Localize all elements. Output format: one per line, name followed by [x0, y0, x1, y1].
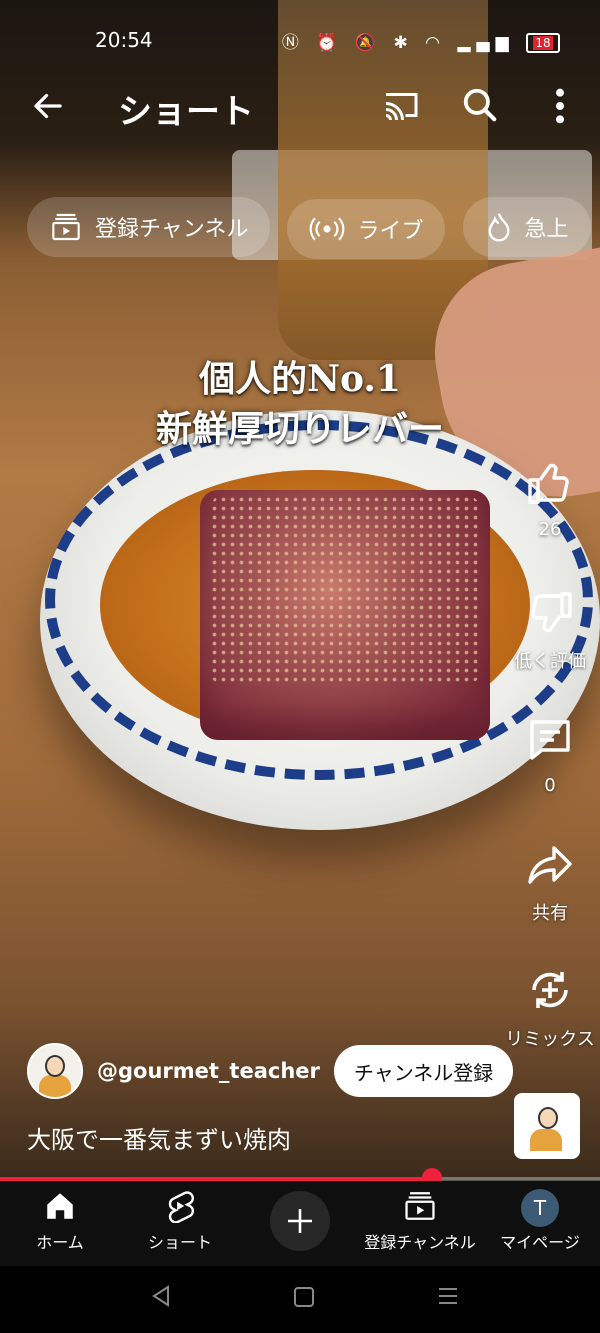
- chip-label: 急上: [524, 217, 569, 242]
- dislike-button[interactable]: 低く評価: [500, 588, 600, 673]
- comment-icon: [530, 720, 570, 760]
- nav-shorts[interactable]: ショート: [120, 1189, 240, 1253]
- system-home-icon[interactable]: [293, 1286, 315, 1308]
- plus-icon: [288, 1209, 312, 1233]
- status-time: 20:54: [95, 28, 153, 52]
- cast-icon[interactable]: [383, 90, 419, 120]
- chip-trending[interactable]: 急上: [462, 197, 591, 257]
- remix-button[interactable]: リミックス: [500, 966, 600, 1051]
- channel-row: @gourmet_teacher チャンネル登録: [27, 1043, 514, 1099]
- avatar-body: [39, 1075, 71, 1097]
- page-title: ショート: [118, 92, 254, 132]
- alarm-icon: ⏰: [316, 33, 344, 53]
- subscriptions-icon: [52, 213, 80, 241]
- channel-handle[interactable]: @gourmet_teacher: [97, 1059, 320, 1083]
- chip-label: 登録チャンネル: [95, 217, 249, 242]
- thumbs-down-icon: [531, 592, 572, 633]
- chip-subscriptions[interactable]: 登録チャンネル: [27, 197, 271, 257]
- home-icon: [47, 1193, 73, 1219]
- nfc-icon: Ⓝ: [281, 33, 305, 53]
- video-caption-line1: 個人的No.1: [199, 358, 401, 400]
- search-icon[interactable]: [461, 86, 499, 124]
- video-title[interactable]: 大阪で一番気まずい焼肉: [27, 1120, 291, 1155]
- battery-icon: 18: [526, 33, 560, 53]
- system-recents-icon[interactable]: [437, 1285, 459, 1307]
- nav-home-label: ホーム: [36, 1233, 84, 1252]
- share-button[interactable]: 共有: [500, 840, 600, 925]
- top-app-bar: ショート: [0, 78, 600, 138]
- like-button[interactable]: 26: [500, 460, 600, 540]
- system-back-icon[interactable]: [150, 1284, 172, 1308]
- more-options-icon[interactable]: [545, 86, 575, 126]
- share-label: 共有: [532, 903, 568, 924]
- remix-icon: [532, 972, 568, 1008]
- thumb-body: [530, 1129, 562, 1151]
- filter-chips: 登録チャンネル ライブ 急上: [27, 197, 600, 259]
- sound-thumbnail[interactable]: [514, 1093, 580, 1159]
- video-caption-line2: 新鮮厚切りレバー: [155, 408, 444, 450]
- live-icon: [310, 217, 345, 241]
- profile-avatar: T: [521, 1189, 559, 1227]
- thumbs-up-icon: [528, 463, 569, 504]
- trending-icon: [488, 213, 510, 242]
- shorts-icon: [168, 1191, 194, 1224]
- channel-avatar[interactable]: [27, 1043, 83, 1099]
- nav-subscriptions-label: 登録チャンネル: [364, 1233, 476, 1252]
- system-navigation-bar: [0, 1266, 600, 1333]
- comment-button[interactable]: 0: [500, 716, 600, 796]
- nav-subscriptions[interactable]: 登録チャンネル: [360, 1189, 480, 1253]
- like-count: 26: [538, 519, 562, 540]
- back-arrow-icon[interactable]: [30, 88, 66, 124]
- bottom-navigation: ホーム ショート 登録チャンネル T マイページ: [0, 1181, 600, 1266]
- comment-count: 0: [544, 775, 556, 796]
- nav-mypage-label: マイページ: [500, 1233, 580, 1252]
- signal-icon: ▂▄▆: [457, 33, 515, 53]
- remix-label: リミックス: [505, 1029, 595, 1050]
- nav-shorts-label: ショート: [147, 1233, 212, 1252]
- subscribe-button[interactable]: チャンネル登録: [333, 1045, 514, 1097]
- chip-live[interactable]: ライブ: [287, 199, 446, 259]
- avatar-face: [45, 1055, 65, 1077]
- dislike-label: 低く評価: [514, 651, 586, 672]
- status-icons: Ⓝ ⏰ 🔕 ✱ ◠ ▂▄▆ 18: [282, 28, 560, 53]
- mute-icon: 🔕: [354, 33, 383, 53]
- create-button[interactable]: [270, 1191, 330, 1251]
- status-bar: 20:54 Ⓝ ⏰ 🔕 ✱ ◠ ▂▄▆ 18: [0, 0, 600, 80]
- chip-label: ライブ: [357, 219, 424, 244]
- sesame-topping: [210, 495, 480, 685]
- bluetooth-icon: ✱: [393, 33, 414, 53]
- share-icon: [528, 846, 572, 884]
- nav-home[interactable]: ホーム: [0, 1189, 120, 1253]
- thumb-face: [538, 1107, 558, 1129]
- wifi-icon: ◠: [425, 33, 446, 53]
- nav-mypage[interactable]: T マイページ: [480, 1189, 600, 1253]
- subscriptions-icon: [405, 1192, 435, 1220]
